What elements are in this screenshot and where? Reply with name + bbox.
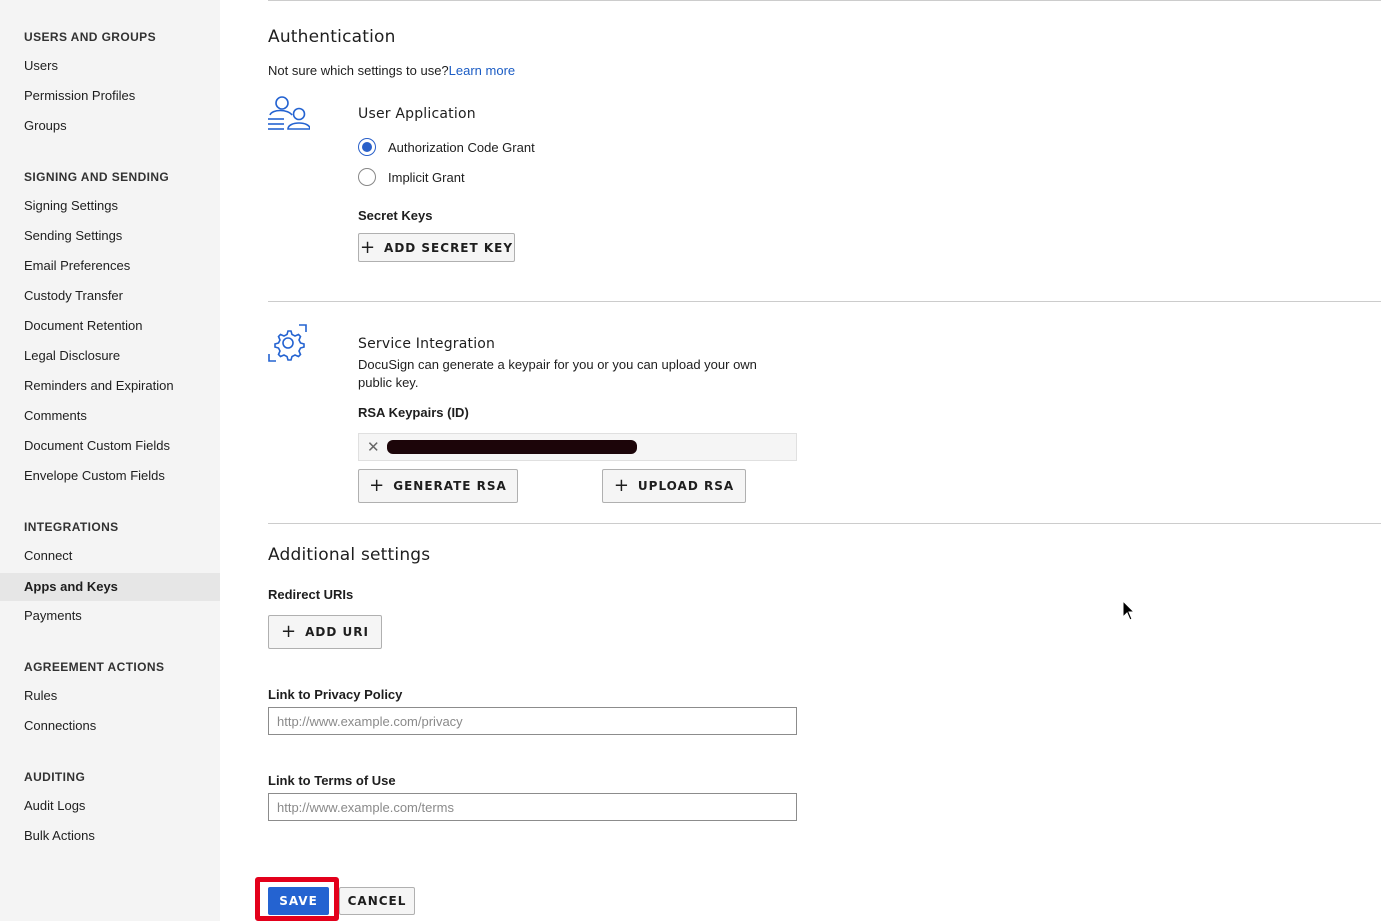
auth-help-text: Not sure which settings to use? bbox=[268, 63, 449, 78]
service-integration-title: Service Integration bbox=[358, 336, 496, 352]
sidebar-heading-signing-and-sending: SIGNING AND SENDING bbox=[24, 170, 170, 184]
learn-more-link[interactable]: Learn more bbox=[449, 63, 515, 78]
authentication-title: Authentication bbox=[268, 27, 396, 47]
sidebar-item-users[interactable]: Users bbox=[0, 52, 220, 80]
rsa-keypairs-label: RSA Keypairs (ID) bbox=[358, 405, 469, 420]
radio-implicit-grant[interactable]: Implicit Grant bbox=[358, 167, 465, 187]
button-label: ADD SECRET KEY bbox=[384, 240, 514, 255]
service-integration-description: DocuSign can generate a keypair for you … bbox=[358, 357, 757, 390]
sidebar-item-document-custom-fields[interactable]: Document Custom Fields bbox=[0, 432, 220, 460]
sidebar-item-signing-settings[interactable]: Signing Settings bbox=[0, 192, 220, 220]
divider bbox=[268, 301, 1381, 302]
sidebar-item-audit-logs[interactable]: Audit Logs bbox=[0, 792, 220, 820]
radio-button[interactable] bbox=[358, 168, 376, 186]
radio-label: Implicit Grant bbox=[388, 169, 465, 185]
upload-rsa-button[interactable]: + UPLOAD RSA bbox=[602, 469, 746, 503]
plus-icon: + bbox=[613, 475, 630, 496]
save-highlight-box bbox=[255, 877, 339, 921]
sidebar-item-sending-settings[interactable]: Sending Settings bbox=[0, 222, 220, 250]
secret-keys-label: Secret Keys bbox=[358, 208, 433, 223]
radio-button-checked[interactable] bbox=[358, 138, 376, 156]
button-label: GENERATE RSA bbox=[393, 479, 507, 493]
add-secret-key-button[interactable]: + ADD SECRET KEY bbox=[358, 233, 515, 262]
sidebar-item-bulk-actions[interactable]: Bulk Actions bbox=[0, 822, 220, 850]
users-icon bbox=[268, 96, 310, 130]
sidebar-item-connect[interactable]: Connect bbox=[0, 542, 220, 570]
privacy-policy-label: Link to Privacy Policy bbox=[268, 687, 403, 702]
redirect-uris-label: Redirect URIs bbox=[268, 587, 354, 602]
additional-settings-title: Additional settings bbox=[268, 545, 431, 565]
divider bbox=[268, 0, 1381, 1]
sidebar-item-document-retention[interactable]: Document Retention bbox=[0, 312, 220, 340]
sidebar-item-apps-and-keys[interactable]: Apps and Keys bbox=[0, 573, 220, 601]
generate-rsa-button[interactable]: + GENERATE RSA bbox=[358, 469, 518, 503]
user-application-title: User Application bbox=[358, 106, 476, 122]
sidebar-item-permission-profiles[interactable]: Permission Profiles bbox=[0, 82, 220, 110]
sidebar-item-payments[interactable]: Payments bbox=[0, 602, 220, 630]
sidebar-item-legal-disclosure[interactable]: Legal Disclosure bbox=[0, 342, 220, 370]
button-label: ADD URI bbox=[305, 625, 369, 639]
sidebar-heading-users-and-groups: USERS AND GROUPS bbox=[24, 30, 156, 44]
sidebar-item-custody-transfer[interactable]: Custody Transfer bbox=[0, 282, 220, 310]
sidebar-heading-auditing: AUDITING bbox=[24, 770, 86, 784]
settings-sidebar: USERS AND GROUPS Users Permission Profil… bbox=[0, 0, 220, 921]
plus-icon: + bbox=[281, 621, 298, 642]
sidebar-item-groups[interactable]: Groups bbox=[0, 112, 220, 140]
cancel-button[interactable]: CANCEL bbox=[339, 887, 415, 915]
radio-authorization-code-grant[interactable]: Authorization Code Grant bbox=[358, 137, 535, 157]
sidebar-heading-agreement-actions: AGREEMENT ACTIONS bbox=[24, 660, 165, 674]
plus-icon: + bbox=[369, 475, 386, 496]
sidebar-item-email-preferences[interactable]: Email Preferences bbox=[0, 252, 220, 280]
terms-of-use-input[interactable] bbox=[268, 793, 797, 821]
sidebar-item-rules[interactable]: Rules bbox=[0, 682, 220, 710]
privacy-policy-input[interactable] bbox=[268, 707, 797, 735]
button-label: UPLOAD RSA bbox=[637, 479, 735, 493]
radio-label: Authorization Code Grant bbox=[388, 139, 535, 155]
add-uri-button[interactable]: + ADD URI bbox=[268, 615, 382, 649]
plus-icon: + bbox=[359, 236, 377, 258]
sidebar-item-reminders-and-expiration[interactable]: Reminders and Expiration bbox=[0, 372, 220, 400]
divider bbox=[268, 523, 1381, 524]
gear-icon bbox=[268, 324, 307, 362]
sidebar-heading-integrations: INTEGRATIONS bbox=[24, 520, 119, 534]
sidebar-item-comments[interactable]: Comments bbox=[0, 402, 220, 430]
redacted-keypair-id bbox=[387, 440, 637, 454]
sidebar-item-envelope-custom-fields[interactable]: Envelope Custom Fields bbox=[0, 462, 220, 490]
auth-help-line: Not sure which settings to use?Learn mor… bbox=[268, 63, 515, 78]
rsa-keypair-row: ✕ bbox=[358, 433, 797, 461]
remove-keypair-icon[interactable]: ✕ bbox=[367, 438, 380, 456]
main-content: Authentication Not sure which settings t… bbox=[268, 0, 1381, 921]
terms-of-use-label: Link to Terms of Use bbox=[268, 773, 396, 788]
mouse-cursor-icon bbox=[1122, 600, 1136, 621]
sidebar-item-connections[interactable]: Connections bbox=[0, 712, 220, 740]
